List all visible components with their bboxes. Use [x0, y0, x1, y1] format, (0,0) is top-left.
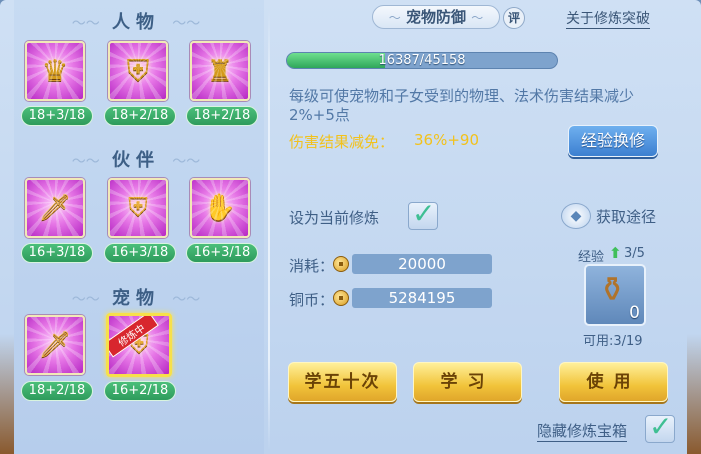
skill-slot-character-3[interactable]: ♜ — [190, 41, 250, 101]
about-breakthrough-link[interactable]: 关于修炼突破 — [566, 8, 650, 29]
skill-level-pet-2: 16+2/18 — [104, 381, 176, 401]
set-current-checkbox[interactable]: ✓ — [408, 197, 438, 230]
checkmark-icon: ✓ — [649, 410, 673, 443]
exp-exchange-button[interactable]: 经验换修 — [568, 125, 658, 157]
exp-progress-text: 16387/45158 — [378, 53, 466, 68]
skill-level-character-1: 18+3/18 — [21, 106, 93, 126]
skill-slot-character-2[interactable]: ⛨ — [108, 41, 168, 101]
skill-slot-pet-2[interactable]: ⛨ 修炼中 — [106, 313, 172, 377]
learn-button[interactable]: 学习 — [413, 362, 522, 402]
skill-level-partner-2: 16+3/18 — [104, 243, 176, 263]
exp-progress-bar: 16387/45158 — [286, 52, 558, 69]
vase-icon: ⚱ — [598, 270, 627, 310]
available-count: 可用:3/19 — [583, 334, 643, 349]
coin-icon — [333, 256, 349, 272]
item-quantity: 0 — [629, 303, 640, 323]
obtain-source-icon[interactable]: ◆ — [561, 203, 591, 229]
coin-icon — [333, 290, 349, 306]
cultivation-panel: ～～ 人物 ～～ ♛ ⛨ ♜ 18+3/18 18+2/18 18+2/18 ～… — [0, 0, 701, 454]
left-corner-decoration — [0, 334, 14, 454]
skill-level-character-2: 18+2/18 — [104, 106, 176, 126]
exp-label: 经验 — [578, 250, 605, 265]
learn-fifty-button[interactable]: 学五十次 — [288, 362, 397, 402]
section-title-pet: ～～ 宠物 ～～ — [71, 288, 201, 309]
use-button[interactable]: 使用 — [559, 362, 668, 402]
section-title-character: ～～ 人物 ～～ — [71, 12, 201, 33]
review-icon[interactable]: 评 — [503, 7, 525, 29]
skill-level-pet-1: 18+2/18 — [21, 381, 93, 401]
skill-description: 每级可使宠物和子女受到的物理、法术伤害结果减少2%+5点 — [289, 87, 635, 124]
reduction-value: 36%+90 — [414, 131, 479, 149]
set-current-label: 设为当前修炼 — [289, 209, 380, 227]
skill-title-tab: ～ 宠物防御 ～ — [372, 5, 500, 29]
skill-level-character-3: 18+2/18 — [186, 106, 258, 126]
right-corner-decoration — [687, 334, 701, 454]
cost-label: 消耗： — [289, 257, 335, 275]
coins-value: 5284195 — [352, 288, 492, 308]
hide-treasure-label: 隐藏修炼宝箱 — [537, 422, 628, 442]
cost-value: 20000 — [352, 254, 492, 274]
column-divider — [268, 10, 270, 450]
hide-treasure-checkbox[interactable]: ✓ — [645, 410, 675, 443]
skill-level-partner-3: 16+3/18 — [186, 243, 258, 263]
skill-slot-partner-2[interactable]: ⛨ — [108, 178, 168, 238]
coins-label: 铜币： — [289, 291, 335, 309]
treasure-item-slot[interactable]: ⚱ 0 — [584, 264, 646, 326]
skill-slot-pet-1[interactable]: 🗡 — [25, 315, 85, 375]
skill-slot-partner-1[interactable]: 🗡 — [25, 178, 85, 238]
arrow-up-icon: ⬆ — [609, 244, 622, 262]
skill-slot-character-1[interactable]: ♛ — [25, 41, 85, 101]
exp-count: 3/5 — [624, 246, 645, 261]
reduction-label: 伤害结果减免： — [289, 133, 395, 151]
skill-slot-partner-3[interactable]: ✋ — [190, 178, 250, 238]
section-title-partner: ～～ 伙伴 ～～ — [71, 150, 201, 171]
skill-level-partner-1: 16+3/18 — [21, 243, 93, 263]
obtain-source-link[interactable]: 获取途径 — [596, 206, 656, 227]
checkmark-icon: ✓ — [412, 197, 436, 230]
